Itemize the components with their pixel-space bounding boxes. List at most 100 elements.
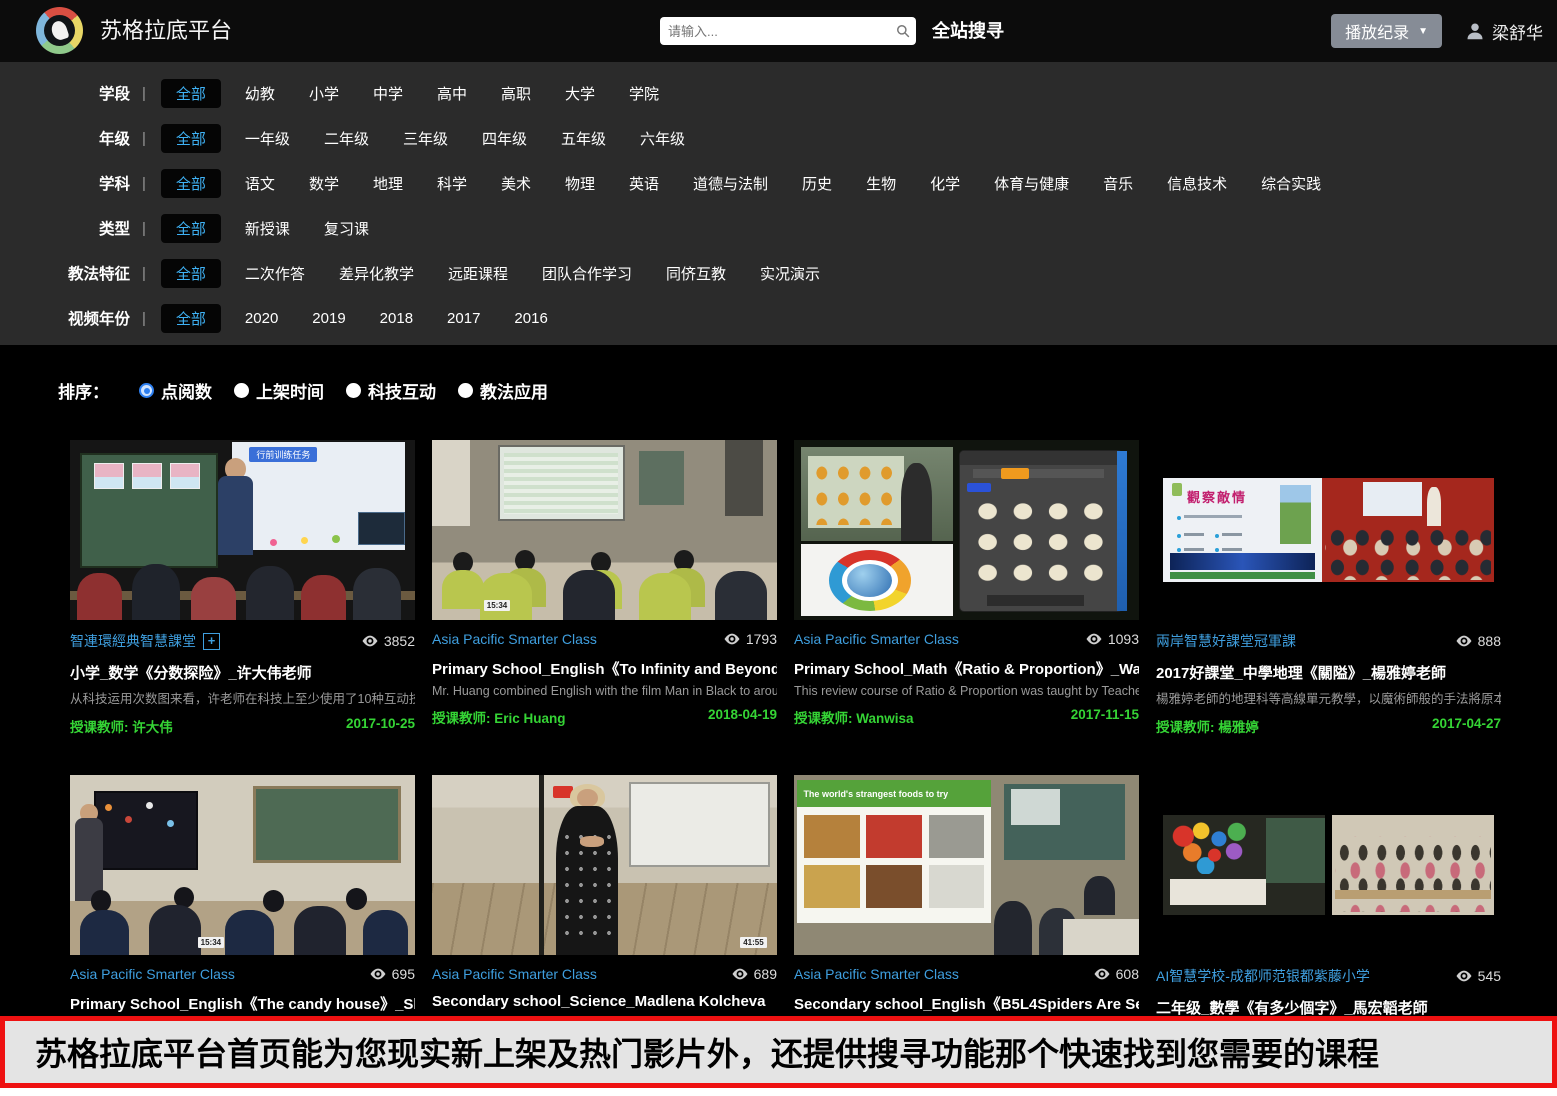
filter-option[interactable]: 五年级 [561, 128, 606, 149]
video-thumbnail[interactable]: 15:34 [70, 775, 415, 955]
filter-option[interactable]: 同侪互教 [666, 263, 726, 284]
upload-date: 2017-11-15 [1071, 707, 1139, 727]
filter-option[interactable]: 大学 [565, 83, 595, 104]
video-title[interactable]: 小学_数学《分数探险》_许大伟老师 [70, 662, 415, 683]
channel-link[interactable]: Asia Pacific Smarter Class [432, 631, 597, 647]
video-thumbnail[interactable]: 15:34 [432, 440, 777, 620]
filter-option[interactable]: 科学 [437, 173, 467, 194]
video-description: 楊雅婷老師的地理科等高線單元教學，以魔術師般的手法將原本可能枯... [1156, 688, 1501, 707]
search-input[interactable] [660, 24, 890, 39]
user-menu[interactable]: 梁舒华 [1466, 0, 1543, 62]
sort-option[interactable]: 点阅数 [139, 378, 212, 403]
platform-logo-icon[interactable] [36, 7, 83, 54]
play-history-button[interactable]: 播放纪录 ▼ [1331, 14, 1442, 48]
filter-option[interactable]: 团队合作学习 [542, 263, 632, 284]
filter-option[interactable]: 2018 [380, 310, 413, 327]
video-thumbnail[interactable]: The world's strangest foods to try [794, 775, 1139, 955]
video-title[interactable]: Primary School_English《To Infinity and B… [432, 658, 777, 679]
channel-link[interactable]: Asia Pacific Smarter Class [794, 966, 959, 982]
decoration [842, 560, 898, 602]
filter-option[interactable]: 二年级 [324, 128, 369, 149]
radio-icon[interactable] [458, 383, 473, 398]
video-title[interactable]: Primary School_Math《Ratio & Proportion》_… [794, 658, 1139, 679]
channel-link[interactable]: 兩岸智慧好課堂冠軍課 [1156, 631, 1296, 651]
decoration [725, 440, 763, 516]
decoration [225, 910, 273, 955]
decoration [504, 453, 618, 514]
radio-selected-icon[interactable] [139, 383, 154, 398]
filter-option[interactable]: 差异化教学 [339, 263, 414, 284]
video-thumbnail[interactable]: 41:55 [432, 775, 777, 955]
filter-option[interactable]: 生物 [866, 173, 896, 194]
filter-option[interactable]: 2017 [447, 310, 480, 327]
filter-option[interactable]: 实况演示 [760, 263, 820, 284]
filter-option[interactable]: 2020 [245, 310, 278, 327]
filter-option[interactable]: 2019 [312, 310, 345, 327]
filter-option[interactable]: 全部 [161, 79, 221, 108]
filter-option[interactable]: 英语 [629, 173, 659, 194]
filter-option[interactable]: 小学 [309, 83, 339, 104]
filter-option[interactable]: 六年级 [640, 128, 685, 149]
radio-icon[interactable] [234, 383, 249, 398]
filter-option[interactable]: 高职 [501, 83, 531, 104]
duration-badge: 15:34 [484, 600, 510, 611]
decoration [898, 26, 906, 34]
filter-option[interactable]: 高中 [437, 83, 467, 104]
filter-option[interactable]: 全部 [161, 304, 221, 333]
sort-option[interactable]: 上架时间 [234, 378, 324, 403]
search-icon[interactable] [890, 24, 916, 38]
filter-option[interactable]: 综合实践 [1261, 173, 1321, 194]
video-title[interactable]: Secondary school_Science_Madlena Kolchev… [432, 993, 777, 1010]
filter-option[interactable]: 美术 [501, 173, 531, 194]
filter-option[interactable]: 音乐 [1103, 173, 1133, 194]
video-thumbnail[interactable]: 觀察敵情 [1156, 440, 1501, 620]
filter-option[interactable]: 全部 [161, 259, 221, 288]
video-thumbnail[interactable] [1156, 775, 1501, 955]
filter-option[interactable]: 历史 [802, 173, 832, 194]
filter-option[interactable]: 化学 [930, 173, 960, 194]
sort-option[interactable]: 科技互动 [346, 378, 436, 403]
radio-icon[interactable] [346, 383, 361, 398]
video-title[interactable]: Secondary school_English《B5L4Spiders Are… [794, 993, 1139, 1014]
filter-option[interactable]: 全部 [161, 214, 221, 243]
decoration [480, 573, 532, 620]
filter-option[interactable]: 新授课 [245, 218, 290, 239]
channel-link[interactable]: Asia Pacific Smarter Class [70, 966, 235, 982]
channel-link[interactable]: Asia Pacific Smarter Class [794, 631, 959, 647]
filter-option[interactable]: 远距课程 [448, 263, 508, 284]
video-title[interactable]: 2017好課堂_中學地理《關隘》_楊雅婷老師 [1156, 662, 1501, 683]
video-thumbnail[interactable]: 行前训练任务 [70, 440, 415, 620]
filter-option[interactable]: 幼教 [245, 83, 275, 104]
sort-option[interactable]: 教法应用 [458, 378, 548, 403]
filter-option[interactable]: 三年级 [403, 128, 448, 149]
filter-option[interactable]: 道德与法制 [693, 173, 768, 194]
channel-link[interactable]: Asia Pacific Smarter Class [432, 966, 597, 982]
filter-option[interactable]: 复习课 [324, 218, 369, 239]
channel-link[interactable]: 智連環經典智慧課堂 [70, 631, 196, 651]
site-search-label[interactable]: 全站搜寻 [932, 0, 1004, 62]
video-title[interactable]: Primary School_English《The candy house》_… [70, 993, 415, 1014]
filter-option[interactable]: 地理 [373, 173, 403, 194]
video-thumbnail[interactable] [794, 440, 1139, 620]
channel-link[interactable]: AI智慧学校-成都师范银都紫藤小学 [1156, 966, 1370, 986]
decoration: The world's strangest foods to try [797, 780, 990, 807]
filter-option[interactable]: 学院 [629, 83, 659, 104]
filter-option[interactable]: 物理 [565, 173, 595, 194]
filter-option[interactable]: 2016 [514, 310, 547, 327]
decoration [960, 451, 1122, 465]
decoration [1184, 548, 1205, 551]
filter-option[interactable]: 四年级 [482, 128, 527, 149]
filter-option[interactable]: 数学 [309, 173, 339, 194]
filter-option[interactable]: 语文 [245, 173, 275, 194]
decoration [77, 573, 122, 620]
filter-option[interactable]: 中学 [373, 83, 403, 104]
filter-option[interactable]: 一年级 [245, 128, 290, 149]
filter-option[interactable]: 全部 [161, 169, 221, 198]
filter-option[interactable]: 体育与健康 [994, 173, 1069, 194]
filter-option[interactable]: 信息技术 [1167, 173, 1227, 194]
filter-option[interactable]: 二次作答 [245, 263, 305, 284]
plus-icon[interactable]: + [203, 633, 220, 650]
filter-option[interactable]: 全部 [161, 124, 221, 153]
video-title[interactable]: 二年级_數學《有多少個字》_馬宏韜老師 [1156, 997, 1501, 1018]
decoration [1456, 970, 1472, 982]
